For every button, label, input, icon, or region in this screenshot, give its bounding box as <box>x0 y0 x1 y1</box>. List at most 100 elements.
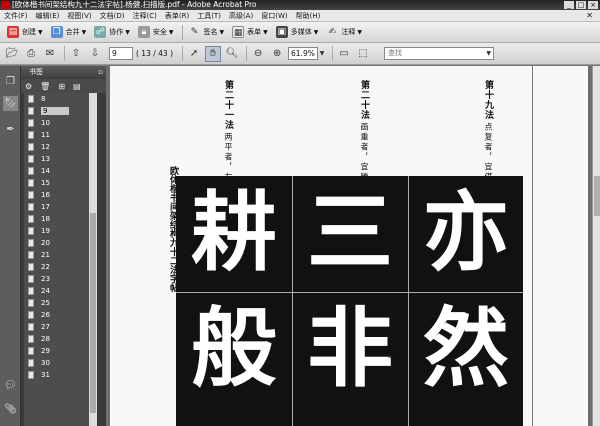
combine-files-icon: ❐ <box>50 26 63 38</box>
bookmarks-panel: 书签 ▫ ⚙ 🗑︎ ⊞ ▤ 8 9 10 11 12 13 14 15 16 17 18 19 20 21… <box>21 66 106 426</box>
comment-button[interactable]: ✍ 注释 ▼ <box>323 24 365 41</box>
bookmark-item[interactable]: 21 <box>24 249 97 261</box>
bookmark-page-icon <box>28 155 34 163</box>
menu-edit[interactable]: 编辑(E) <box>32 11 64 21</box>
menu-window[interactable]: 窗口(W) <box>257 11 291 21</box>
bookmark-page-icon <box>28 347 34 355</box>
print-icon[interactable]: ⎙ <box>23 46 39 62</box>
maximize-button[interactable]: □ <box>576 1 586 9</box>
bookmark-item[interactable]: 17 <box>24 201 97 213</box>
bookmark-item[interactable]: 26 <box>24 309 97 321</box>
bookmark-label: 12 <box>41 143 50 151</box>
comments-panel-icon[interactable]: 💬︎ <box>3 378 18 393</box>
bookmark-item[interactable]: 28 <box>24 333 97 345</box>
multimedia-button[interactable]: ▣ 多媒体 ▼ <box>273 24 322 41</box>
menu-bar: 文件(F) 编辑(E) 视图(V) 文档(D) 注释(C) 表单(R) 工具(T… <box>0 10 600 22</box>
menu-view[interactable]: 视图(V) <box>63 11 95 21</box>
pages-panel-icon[interactable]: ❐ <box>3 74 18 89</box>
bookmark-page-icon <box>28 167 34 175</box>
bookmarks-panel-title: 书签 <box>29 68 43 76</box>
search-input[interactable]: 查找 ▼ <box>384 47 495 60</box>
close-panel-icon[interactable]: ▫ <box>98 66 103 79</box>
bookmark-item[interactable]: 19 <box>24 225 97 237</box>
email-icon[interactable]: ✉ <box>42 46 58 62</box>
acrobat-window: [欧体楷书间架结构九十二法字帖].杨健.扫描版.pdf - Adobe Acro… <box>0 0 600 426</box>
menu-advanced[interactable]: 高级(A) <box>225 11 257 21</box>
bookmark-page-icon <box>28 179 34 187</box>
bookmarks-panel-icon[interactable]: 🔖︎ <box>3 96 18 111</box>
calligraphy-character: 耕 <box>191 182 277 283</box>
toolbar-separator <box>246 46 248 61</box>
document-scrollbar[interactable] <box>592 66 600 426</box>
bookmark-item[interactable]: 13 <box>24 153 97 165</box>
bookmark-item[interactable]: 29 <box>24 345 97 357</box>
select-tool-icon[interactable]: ➚ <box>186 46 202 62</box>
hand-cursor-icon: ✋︎ <box>388 350 394 361</box>
forms-button[interactable]: ▦ 表单 ▼ <box>229 24 271 41</box>
previous-page-icon[interactable]: ⇧ <box>68 46 84 62</box>
bookmark-label: 21 <box>41 251 50 259</box>
calligraphy-character: 然 <box>423 298 509 399</box>
signatures-panel-icon[interactable]: ✒ <box>3 122 18 137</box>
bookmark-item[interactable]: 30 <box>24 357 97 369</box>
close-document-icon[interactable]: ✕ <box>582 11 597 20</box>
bookmark-item[interactable]: 24 <box>24 285 97 297</box>
bookmark-item[interactable]: 23 <box>24 273 97 285</box>
window-title: [欧体楷书间架结构九十二法字帖].杨健.扫描版.pdf - Adobe Acro… <box>12 0 257 9</box>
bookmark-item[interactable]: 20 <box>24 237 97 249</box>
sign-button[interactable]: ✎ 签名 ▼ <box>186 24 228 41</box>
bookmark-scrollbar[interactable] <box>89 93 97 426</box>
page-number-input[interactable]: 9 <box>109 47 133 60</box>
combine-label: 合并 <box>65 28 80 36</box>
bookmark-item[interactable]: 10 <box>24 117 97 129</box>
zoom-dropdown-icon[interactable]: ▼ <box>318 46 326 62</box>
bookmark-item[interactable]: 22 <box>24 261 97 273</box>
combine-button[interactable]: ❐ 合并 ▼ <box>48 24 90 41</box>
create-button[interactable]: ▤ 创建 ▼ <box>4 24 46 41</box>
bookmark-item[interactable]: 31 <box>24 369 97 381</box>
sign-label: 签名 <box>203 28 218 36</box>
bookmark-item[interactable]: 12 <box>24 141 97 153</box>
expand-bookmark-icon[interactable]: ▤ <box>73 82 81 91</box>
toolbar-separator <box>332 46 334 61</box>
create-label: 创建 <box>22 28 36 36</box>
close-window-button[interactable]: × <box>588 1 598 9</box>
navigation-pane-rail: ❐ 🔖︎ ✒ 💬︎ 📎︎ <box>0 66 21 426</box>
bookmark-item[interactable]: 25 <box>24 297 97 309</box>
options-icon[interactable]: ⚙ <box>25 82 32 91</box>
bookmark-item[interactable]: 9 <box>24 105 97 117</box>
bookmark-item[interactable]: 16 <box>24 189 97 201</box>
menu-document[interactable]: 文档(D) <box>96 11 129 21</box>
fit-page-icon[interactable]: ▭ <box>336 46 352 62</box>
new-bookmark-icon[interactable]: ⊞ <box>58 82 65 91</box>
bookmark-page-icon <box>28 251 34 259</box>
zoom-in-icon[interactable]: ⊕ <box>269 46 285 62</box>
menu-help[interactable]: 帮助(H) <box>292 11 325 21</box>
calligraphy-character: 亦 <box>423 182 509 283</box>
collaborate-button[interactable]: ☍ 协作 ▼ <box>91 24 133 41</box>
zoom-tool-icon[interactable]: 🔍︎ <box>224 46 240 62</box>
next-page-icon[interactable]: ⇩ <box>87 46 103 62</box>
open-folder-icon[interactable]: 📂︎ <box>4 46 20 62</box>
minimize-button[interactable]: _ <box>564 1 574 9</box>
bookmark-item[interactable]: 15 <box>24 177 97 189</box>
bookmark-item[interactable]: 27 <box>24 321 97 333</box>
bookmark-item[interactable]: 14 <box>24 165 97 177</box>
menu-file[interactable]: 文件(F) <box>0 11 32 21</box>
hand-tool-icon[interactable]: ✋︎ <box>205 45 222 62</box>
zoom-level-input[interactable]: 61.9% <box>288 47 319 60</box>
bookmark-item[interactable]: 18 <box>24 213 97 225</box>
zoom-out-icon[interactable]: ⊖ <box>250 46 266 62</box>
fit-width-icon[interactable]: ⬚ <box>355 46 371 62</box>
delete-bookmark-icon[interactable]: 🗑︎ <box>40 82 50 91</box>
bookmark-item[interactable]: 11 <box>24 129 97 141</box>
menu-tools[interactable]: 工具(T) <box>193 11 225 21</box>
menu-forms[interactable]: 表单(R) <box>161 11 193 21</box>
attachments-panel-icon[interactable]: 📎︎ <box>3 402 18 417</box>
bookmark-page-icon <box>28 299 34 307</box>
collaborate-icon: ☍ <box>94 26 107 38</box>
secure-button[interactable]: 🔒︎ 安全 ▼ <box>135 24 177 41</box>
bookmark-item[interactable]: 8 <box>24 93 97 105</box>
bookmark-label: 22 <box>41 263 50 271</box>
menu-comments[interactable]: 注释(C) <box>129 11 161 21</box>
